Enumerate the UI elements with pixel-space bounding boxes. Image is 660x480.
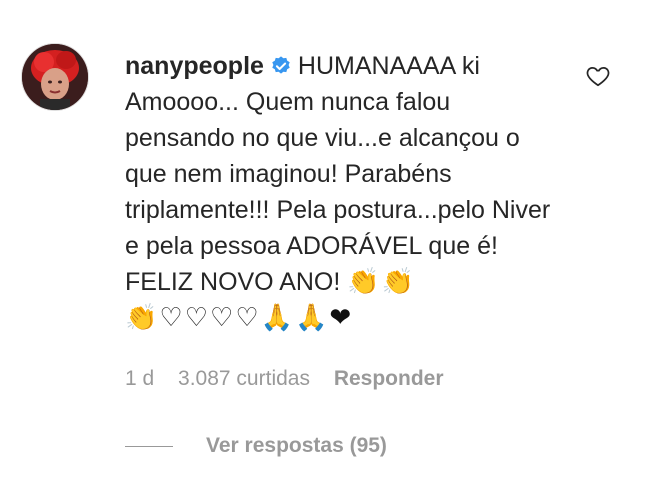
white-heart-emoji: ♡ — [235, 303, 259, 333]
verified-badge-icon — [272, 56, 290, 74]
white-heart-emoji: ♡ — [159, 303, 183, 333]
comment-username[interactable]: nanypeople — [125, 52, 264, 80]
comment-time[interactable]: 1 d — [125, 367, 154, 390]
clap-emoji: 👏 — [381, 267, 415, 297]
view-replies-button[interactable]: Ver respostas (95) — [125, 434, 387, 458]
clap-emoji: 👏 — [347, 267, 380, 297]
emoji-row: 👏♡♡♡♡🙏🙏❤ — [125, 300, 353, 336]
comment-meta: 1 d 3.087 curtidas Responder — [125, 367, 462, 391]
white-heart-emoji: ♡ — [184, 303, 208, 333]
comment-text: HUMANAAAA ki Amoooo... Quem nunca falou … — [125, 52, 551, 296]
comment-body: nanypeople HUMANAAAA ki Amoooo... Quem n… — [125, 48, 565, 336]
clap-emoji: 👏 — [125, 303, 158, 333]
heart-outline-icon — [586, 67, 610, 87]
replies-divider-line — [125, 445, 173, 447]
like-button[interactable] — [585, 63, 611, 89]
view-replies-label: Ver respostas (95) — [206, 434, 387, 457]
comment-likes[interactable]: 3.087 curtidas — [178, 367, 310, 390]
reply-button[interactable]: Responder — [334, 367, 444, 390]
pray-emoji: 🙏 — [260, 303, 293, 333]
pray-emoji: 🙏 — [295, 303, 328, 333]
black-heart-emoji: ❤ — [329, 303, 352, 333]
white-heart-emoji: ♡ — [210, 303, 234, 333]
avatar[interactable] — [21, 43, 89, 111]
avatar-image — [22, 44, 88, 110]
